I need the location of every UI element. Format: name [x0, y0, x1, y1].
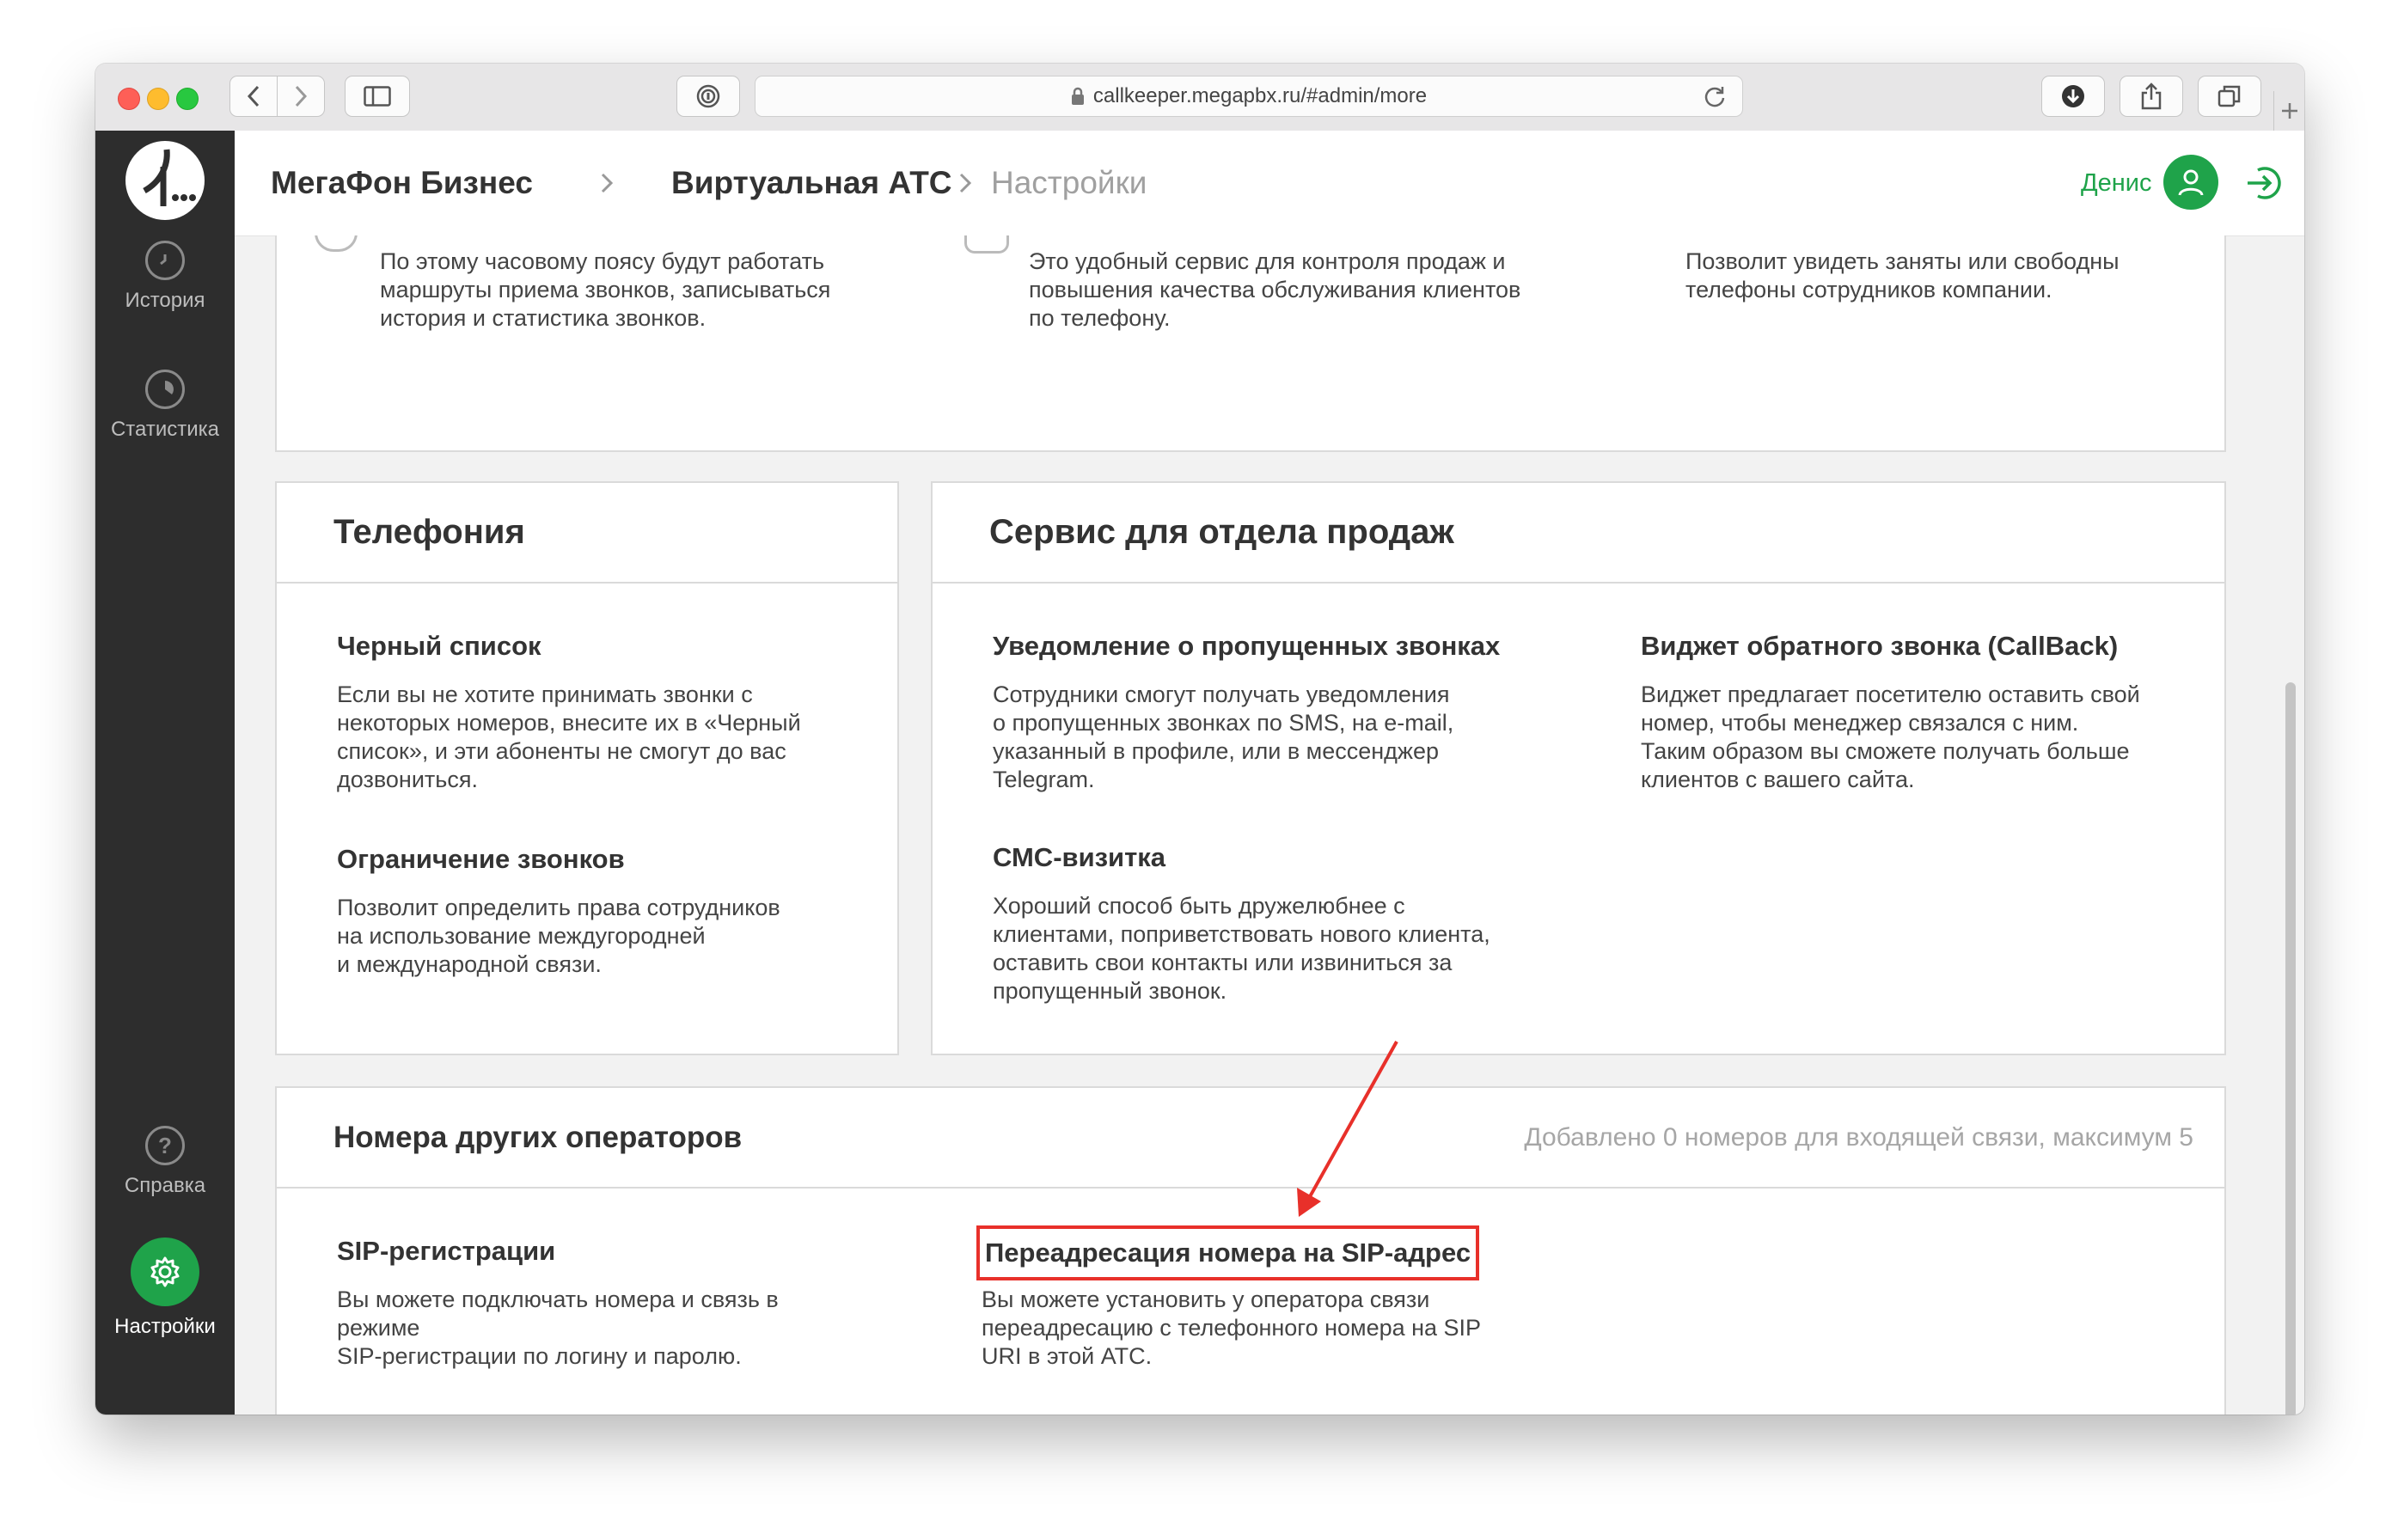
page-scrollbar[interactable]	[2285, 682, 2296, 1415]
logo-icon	[143, 149, 196, 206]
breadcrumb-separator-icon	[600, 131, 614, 235]
user-name[interactable]: Денис	[2081, 131, 2151, 235]
chevron-left-icon	[247, 85, 260, 107]
tabs-overview-button[interactable]	[2198, 76, 2261, 117]
close-window-button[interactable]	[118, 88, 140, 110]
pie-chart-icon	[145, 370, 185, 409]
zoom-window-button[interactable]	[176, 88, 199, 110]
browser-window: callkeeper.megapbx.ru/#admin/more Истори…	[95, 64, 2304, 1415]
app-header: МегаФон Бизнес Виртуальная АТС Настройки…	[235, 131, 2304, 236]
breadcrumb-megafon-business[interactable]: МегаФон Бизнес	[271, 131, 533, 235]
new-tab-button[interactable]	[2273, 91, 2304, 131]
settings-content: По этому часовому поясу будут работать м…	[235, 235, 2304, 1415]
download-icon	[2062, 85, 2084, 107]
breadcrumb-separator-icon	[958, 131, 972, 235]
sidebar-item-label: Статистика	[110, 418, 220, 441]
chevron-right-icon	[295, 85, 308, 107]
sidebar-item-help[interactable]: ? Справка	[95, 1126, 235, 1198]
breadcrumb-settings: Настройки	[991, 165, 1147, 200]
minimize-window-button[interactable]	[147, 88, 169, 110]
sidebar-item-label: Справка	[124, 1174, 206, 1197]
url-text: callkeeper.megapbx.ru/#admin/more	[1092, 84, 1428, 107]
sidebar-item-label: История	[125, 289, 205, 312]
breadcrumb-virtual-pbx[interactable]: Виртуальная АТС	[671, 131, 952, 235]
help-icon: ?	[145, 1126, 185, 1165]
user-icon	[2178, 169, 2204, 196]
password-key-icon	[696, 84, 720, 108]
megafon-logo[interactable]	[125, 141, 205, 220]
back-button[interactable]	[229, 76, 278, 117]
reload-button[interactable]	[1703, 84, 1727, 113]
sidebar-icon	[364, 86, 391, 107]
sidebar-item-label: Настройки	[114, 1315, 216, 1338]
sidebar-item-history[interactable]: История	[95, 241, 235, 313]
tabs-icon	[2218, 85, 2241, 107]
browser-toolbar: callkeeper.megapbx.ru/#admin/more	[95, 64, 2304, 131]
downloads-button[interactable]	[2041, 76, 2105, 117]
clock-icon	[145, 241, 185, 280]
share-icon	[2141, 82, 2162, 110]
annotation-arrow-icon	[1297, 1041, 1398, 1217]
sidebar-item-statistics[interactable]: Статистика	[95, 370, 235, 442]
forward-button[interactable]	[277, 76, 325, 117]
plus-icon	[2282, 103, 2297, 119]
user-avatar[interactable]	[2163, 155, 2218, 210]
logout-button[interactable]	[2244, 163, 2284, 207]
password-manager-button[interactable]	[676, 76, 740, 117]
lock-icon	[1071, 87, 1084, 105]
reload-icon	[1704, 87, 1725, 107]
gear-icon	[131, 1238, 199, 1306]
sidebar-item-settings[interactable]: Настройки	[95, 1238, 235, 1339]
logout-icon	[2248, 167, 2281, 199]
sidebar-toggle-button[interactable]	[345, 76, 410, 117]
share-button[interactable]	[2120, 76, 2183, 117]
address-bar[interactable]: callkeeper.megapbx.ru/#admin/more	[755, 76, 1743, 117]
app-sidebar: История Статистика ? Справка Настройки	[95, 131, 235, 1415]
